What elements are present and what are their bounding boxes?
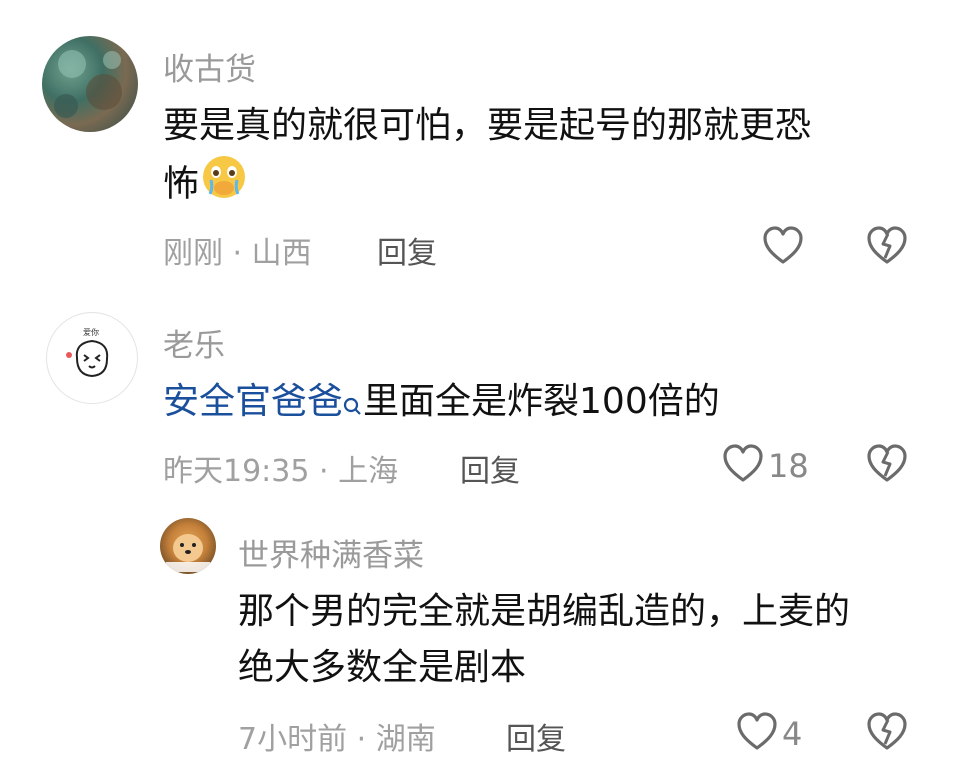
- avatar-texture: [54, 50, 122, 118]
- cartoon-face-icon: 爱你: [66, 327, 109, 378]
- mention-link[interactable]: 安全官爸爸: [163, 381, 343, 422]
- comment-text-line-tail: 怖: [163, 163, 200, 205]
- heart-icon: [736, 712, 778, 756]
- comment-text: 那个男的完全就是胡编乱造的，上麦的 绝大多数全是剧本: [238, 584, 938, 696]
- broken-heart-icon: [866, 444, 908, 488]
- crying-face-emoji-icon: [201, 154, 247, 217]
- comment-meta: 昨天19:35 · 上海: [163, 454, 399, 489]
- heart-icon: [722, 444, 764, 488]
- like-count: 18: [768, 447, 809, 485]
- reply-button[interactable]: 回复: [460, 446, 520, 490]
- comment-item: 收古货 要是真的就很可怕，要是起号的那就更恐 怖 刚刚 · 山西 回复: [0, 0, 960, 290]
- broken-heart-icon: [866, 712, 908, 756]
- avatar[interactable]: [160, 518, 216, 574]
- comment-meta: 刚刚 · 山西: [163, 236, 312, 271]
- comment-text-body: 里面全是炸裂100倍的: [363, 381, 720, 422]
- comment-author[interactable]: 世界种满香菜: [238, 530, 424, 575]
- like-button[interactable]: 4: [736, 712, 802, 756]
- avatar[interactable]: [42, 36, 138, 132]
- comment-text-line: 那个男的完全就是胡编乱造的，上麦的: [238, 591, 851, 632]
- like-button[interactable]: [762, 226, 808, 270]
- heart-icon: [762, 226, 804, 270]
- like-count: 4: [782, 715, 803, 753]
- svg-text:爱你: 爱你: [83, 327, 99, 337]
- dislike-button[interactable]: [866, 712, 908, 756]
- dislike-button[interactable]: [866, 444, 908, 488]
- comment-author[interactable]: 老乐: [163, 320, 225, 365]
- like-button[interactable]: 18: [722, 444, 809, 488]
- dislike-button[interactable]: [866, 226, 908, 270]
- search-icon[interactable]: [343, 380, 363, 436]
- dog-avatar-icon: [166, 534, 210, 572]
- broken-heart-icon: [866, 226, 908, 270]
- comment-meta: 7小时前 · 湖南: [238, 722, 436, 757]
- comment-text: 安全官爸爸 里面全是炸裂100倍的: [163, 374, 923, 436]
- reply-comment-item: 世界种满香菜 那个男的完全就是胡编乱造的，上麦的 绝大多数全是剧本 7小时前 ·…: [0, 500, 960, 783]
- comment-text: 要是真的就很可怕，要是起号的那就更恐 怖: [163, 98, 923, 217]
- comment-text-line: 要是真的就很可怕，要是起号的那就更恐: [163, 105, 812, 146]
- comment-text-line: 怖: [163, 154, 923, 217]
- avatar[interactable]: 爱你: [46, 312, 138, 404]
- comment-text-line: 绝大多数全是剧本: [238, 647, 527, 688]
- comment-author[interactable]: 收古货: [163, 44, 256, 89]
- reply-button[interactable]: 回复: [506, 714, 566, 758]
- reply-button[interactable]: 回复: [377, 228, 437, 272]
- comment-item: 爱你 老乐 安全官爸爸 里面全是炸裂100倍的 昨天19:35 · 上海 回复 …: [0, 290, 960, 500]
